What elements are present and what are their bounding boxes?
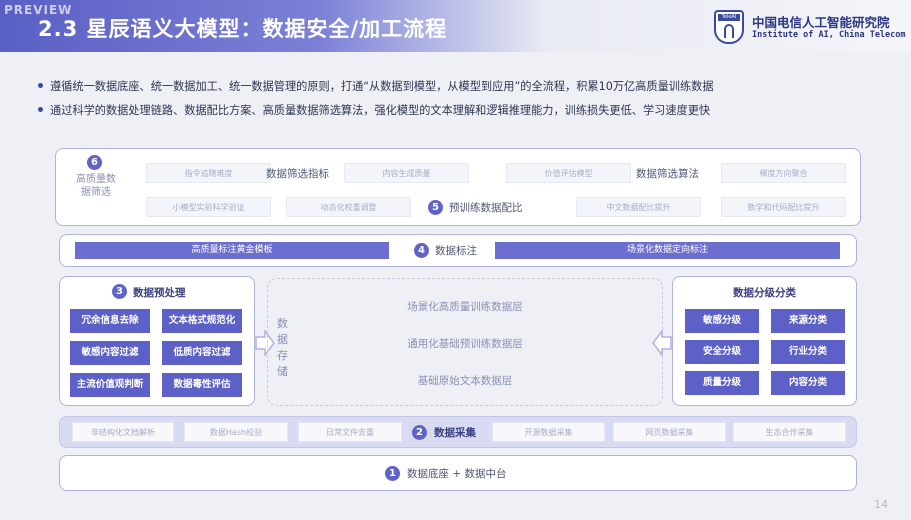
org-name-cn: 中国电信人工智能研究院 <box>752 15 890 30</box>
collection-item: 网页数据采集 <box>613 422 726 442</box>
filter-metric-item: 指令追随难度 <box>146 163 271 183</box>
bullet-point: 通过科学的数据处理链路、数据配比方案、高质量数据筛选算法，强化模型的文本理解和逻… <box>37 104 711 117</box>
page-title: 2.3 星辰语义大模型：数据安全/加工流程 <box>38 17 448 41</box>
stage-3-panel: 3 数据预处理 冗余信息去除 文本格式规范化 敏感内容过滤 低质内容过滤 主流价… <box>59 276 255 406</box>
collection-item: 非结构化文档解析 <box>72 422 174 442</box>
stage-6-5-panel: 6 高质量数据筛选 指令追随难度 数据筛选指标 内容生成质量 价值评估模型 数据… <box>55 148 861 226</box>
stage-4-panel: 高质量标注黄金模板 4 数据标注 场景化数据定向标注 <box>59 234 857 267</box>
ratio-item: 中文数据配比提升 <box>576 197 701 217</box>
collection-item: 数据Hash校验 <box>184 422 288 442</box>
stage-3-number: 3 <box>112 284 127 299</box>
stage-1-panel: 1 数据底座 + 数据中台 <box>59 455 857 491</box>
stage-1-number: 1 <box>385 466 400 481</box>
stage-2-panel: 非结构化文档解析 数据Hash校验 日常文件去重 2 数据采集 开源数据采集 网… <box>59 416 857 448</box>
collection-item: 开源数据采集 <box>492 422 605 442</box>
preprocess-tile: 数据毒性评估 <box>162 373 242 397</box>
stage-1-title: 数据底座 + 数据中台 <box>407 468 507 480</box>
filter-algo-item: 价值评估模型 <box>506 163 631 183</box>
storage-layer: 场景化高质量训练数据层 <box>407 301 523 313</box>
storage-layers-panel: 场景化高质量训练数据层 通用化基础预训练数据层 基础原始文本数据层 <box>267 278 663 406</box>
ratio-item: 动态化权重调整 <box>286 197 411 217</box>
filter-metric-label: 数据筛选指标 <box>266 168 329 180</box>
teleai-logo-icon: TeleAI <box>714 10 744 44</box>
org-name-en: Institute of AI, China Telecom <box>752 30 906 40</box>
preprocess-tile: 低质内容过滤 <box>162 341 242 365</box>
stage-5-number: 5 <box>428 200 443 215</box>
stage-2-title: 数据采集 <box>434 427 476 439</box>
classification-tile: 来源分类 <box>771 309 845 333</box>
logo-text: TeleAI <box>718 14 740 21</box>
classification-tile: 安全分级 <box>685 340 759 364</box>
bullet-point: 遵循统一数据底座、统一数据加工、统一数据管理的原则，打通“从数据到模型，从模型到… <box>38 80 714 93</box>
preprocess-tile: 冗余信息去除 <box>70 309 150 333</box>
classification-tile: 行业分类 <box>771 340 845 364</box>
preprocess-tile: 文本格式规范化 <box>162 309 242 333</box>
classification-panel: 数据分级分类 敏感分级 来源分类 安全分级 行业分类 质量分级 内容分类 <box>672 276 857 406</box>
stage-4-number: 4 <box>414 243 429 258</box>
ratio-item: 小模型实验科学验证 <box>146 197 271 217</box>
classification-tile: 敏感分级 <box>685 309 759 333</box>
stage-5-title: 预训练数据配比 <box>449 202 523 214</box>
left-arrow-icon <box>652 330 672 356</box>
filter-algo-item: 梯度方向聚合 <box>721 163 846 183</box>
filter-algo-label: 数据筛选算法 <box>636 168 699 180</box>
stage-6-title: 高质量数据筛选 <box>76 174 116 198</box>
collection-item: 日常文件去重 <box>298 422 402 442</box>
logo-glyph <box>724 24 734 38</box>
stage-6-number: 6 <box>87 155 102 170</box>
ratio-item: 数学和代码配比提升 <box>721 197 846 217</box>
classification-tile: 内容分类 <box>771 371 845 395</box>
storage-layer: 通用化基础预训练数据层 <box>407 338 523 350</box>
classification-title: 数据分级分类 <box>733 287 796 299</box>
filter-metric-item: 内容生成质量 <box>344 163 469 183</box>
page-number: 14 <box>874 498 888 511</box>
scenario-annotation-bar: 场景化数据定向标注 <box>495 242 840 259</box>
golden-template-bar: 高质量标注黄金模板 <box>75 242 389 259</box>
stage-4-title: 数据标注 <box>435 245 477 257</box>
stage-2-number: 2 <box>412 425 427 440</box>
classification-tile: 质量分级 <box>685 371 759 395</box>
preprocess-tile: 敏感内容过滤 <box>70 341 150 365</box>
collection-item: 生态合作采集 <box>733 422 846 442</box>
storage-layer: 基础原始文本数据层 <box>417 375 513 387</box>
preprocess-tile: 主流价值观判断 <box>70 373 150 397</box>
stage-3-title: 数据预处理 <box>133 287 186 299</box>
data-pipeline-diagram: 6 高质量数据筛选 指令追随难度 数据筛选指标 内容生成质量 价值评估模型 数据… <box>55 148 863 493</box>
